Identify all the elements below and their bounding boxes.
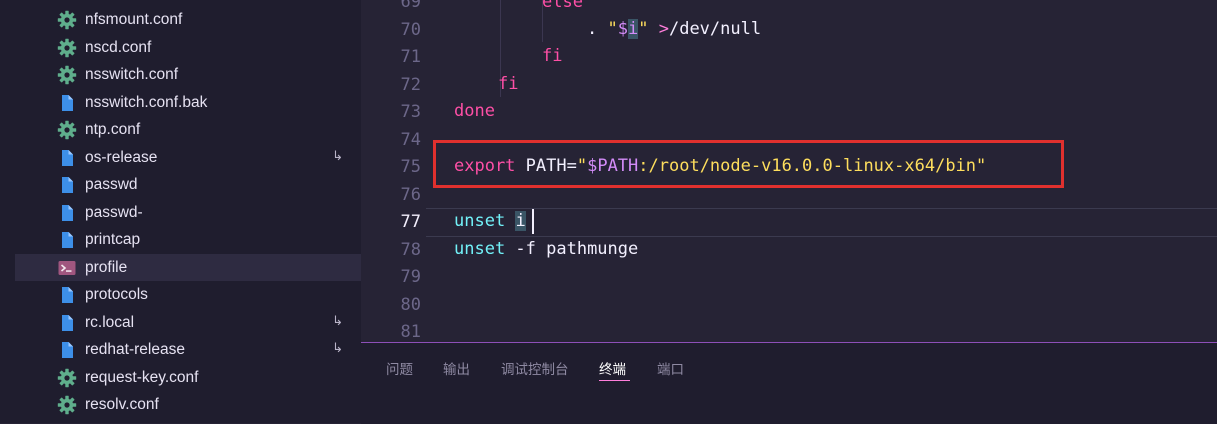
sidebar-item-label: profile (85, 258, 128, 276)
sidebar-item-rc-local[interactable]: rc.local ↳ (15, 309, 361, 336)
keyword-else: else (542, 0, 583, 12)
quote: " (638, 19, 649, 39)
symlink-arrow-icon: ↳ (332, 148, 343, 164)
file-explorer: nfsmount.conf nscd.conf nsswitch.conf nsswi… (0, 0, 361, 423)
sidebar-item-label: nsswitch.conf.bak (85, 93, 208, 111)
line-number: 81 (400, 322, 421, 342)
file-icon (57, 148, 77, 168)
sidebar-item-request-key-conf[interactable]: request-key.conf (15, 364, 361, 391)
keyword-done: done (454, 101, 495, 121)
tab-terminal[interactable]: 终端 (599, 358, 626, 378)
variable-i: i (627, 19, 639, 39)
sidebar-item-profile[interactable]: profile (15, 253, 361, 281)
sidebar-item-ntp-conf[interactable]: ntp.conf (15, 116, 361, 143)
gear-icon (57, 395, 77, 415)
tab-output[interactable]: 输出 (443, 358, 470, 378)
sidebar-item-printcap[interactable]: printcap (15, 226, 361, 253)
bottom-panel: 问题 输出 调试控制台 终端 端口 (361, 342, 1217, 424)
keyword-unset: unset (454, 239, 506, 259)
redirect-target: /dev/null (668, 19, 762, 39)
sidebar-item-label: nfsmount.conf (85, 11, 183, 28)
line-number: 71 (400, 47, 421, 67)
sidebar-item-passwd[interactable]: passwd (15, 171, 361, 198)
code-line-69[interactable]: else (542, 0, 583, 12)
terminal-icon (57, 258, 77, 278)
sidebar-item-os-release[interactable]: os-release ↳ (15, 144, 361, 171)
file-icon (57, 340, 77, 360)
line-number: 73 (400, 102, 421, 122)
tab-debug-console[interactable]: 调试控制台 (501, 358, 569, 378)
active-tab-indicator (599, 380, 630, 381)
gear-icon (57, 65, 77, 85)
code-line-72[interactable]: fi (498, 74, 518, 94)
sidebar-item-label: nsswitch.conf (85, 66, 179, 83)
code-editor[interactable]: 69 70 71 72 73 74 75 76 77 78 79 80 81 else . "$i" >… (361, 0, 1217, 342)
keyword-unset: unset (454, 211, 506, 231)
code-line-77[interactable]: unset i (454, 211, 526, 231)
sidebar-item-resolv-conf[interactable]: resolv.conf (15, 391, 361, 418)
sidebar-item-nsswitch-conf-bak[interactable]: nsswitch.conf.bak (15, 89, 361, 116)
gear-icon (57, 120, 77, 140)
keyword-fi: fi (498, 74, 519, 94)
gear-icon (57, 10, 77, 30)
line-number: 77 (400, 212, 421, 232)
line-number: 76 (400, 184, 421, 205)
gear-icon (57, 368, 77, 388)
file-icon (57, 203, 77, 223)
file-icon (57, 230, 77, 250)
current-line-highlight (426, 208, 1217, 237)
code-line-71[interactable]: fi (542, 46, 562, 66)
sidebar-item-protocols[interactable]: protocols (15, 281, 361, 308)
file-icon (57, 175, 77, 195)
line-number: 74 (400, 129, 421, 150)
annotation-highlight-box (433, 140, 1064, 188)
file-icon (57, 285, 77, 305)
unset-args: -f pathmunge (505, 239, 639, 259)
sidebar-item-label: request-key.conf (85, 368, 199, 386)
code-line-78[interactable]: unset -f pathmunge (454, 239, 638, 259)
line-number: 78 (400, 239, 421, 260)
line-number: 75 (400, 157, 421, 177)
symlink-arrow-icon: ↳ (332, 313, 343, 329)
line-number: 72 (400, 74, 421, 95)
tab-ports[interactable]: 端口 (657, 358, 684, 378)
sidebar-item-label: ntp.conf (85, 121, 141, 138)
sidebar-item-label: resolv.conf (85, 396, 159, 413)
sidebar-item-passwd[interactable]: passwd- (15, 199, 361, 226)
file-icon (57, 93, 77, 113)
sidebar-item-redhat-release[interactable]: redhat-release ↳ (15, 336, 361, 363)
code-line-70[interactable]: . "$i" >/dev/null (587, 19, 761, 39)
sidebar-item-nsswitch-conf[interactable]: nsswitch.conf (15, 61, 361, 88)
sidebar-item-label: nscd.conf (85, 38, 152, 56)
line-number: 69 (400, 0, 421, 12)
tab-problems[interactable]: 问题 (386, 358, 413, 378)
variable-i: i (515, 211, 526, 231)
sidebar-item-label: rc.local (85, 313, 135, 331)
dot-operator: . (587, 19, 608, 39)
sidebar-item-nscd-conf[interactable]: nscd.conf (15, 34, 361, 61)
redirect-operator: > (648, 19, 669, 39)
sidebar-item-label: redhat-release (85, 341, 185, 358)
dollar-sign: $ (617, 19, 628, 39)
quote: " (607, 19, 618, 39)
sidebar-item-label: printcap (85, 231, 141, 248)
keyword-fi: fi (542, 46, 563, 66)
text-cursor (532, 209, 534, 234)
sidebar-item-nfsmount-conf[interactable]: nfsmount.conf (15, 6, 361, 33)
file-icon (57, 313, 77, 333)
sidebar-item-label: passwd (85, 176, 138, 193)
gear-icon (57, 38, 77, 58)
sidebar-item-label: protocols (85, 286, 148, 303)
symlink-arrow-icon: ↳ (332, 341, 343, 356)
sidebar-item-label: passwd- (85, 203, 143, 221)
sidebar-item-label: os-release (85, 148, 158, 166)
line-number: 80 (400, 294, 421, 315)
code-line-73[interactable]: done (454, 101, 495, 121)
line-number: 79 (400, 267, 421, 287)
line-number: 70 (400, 19, 421, 40)
